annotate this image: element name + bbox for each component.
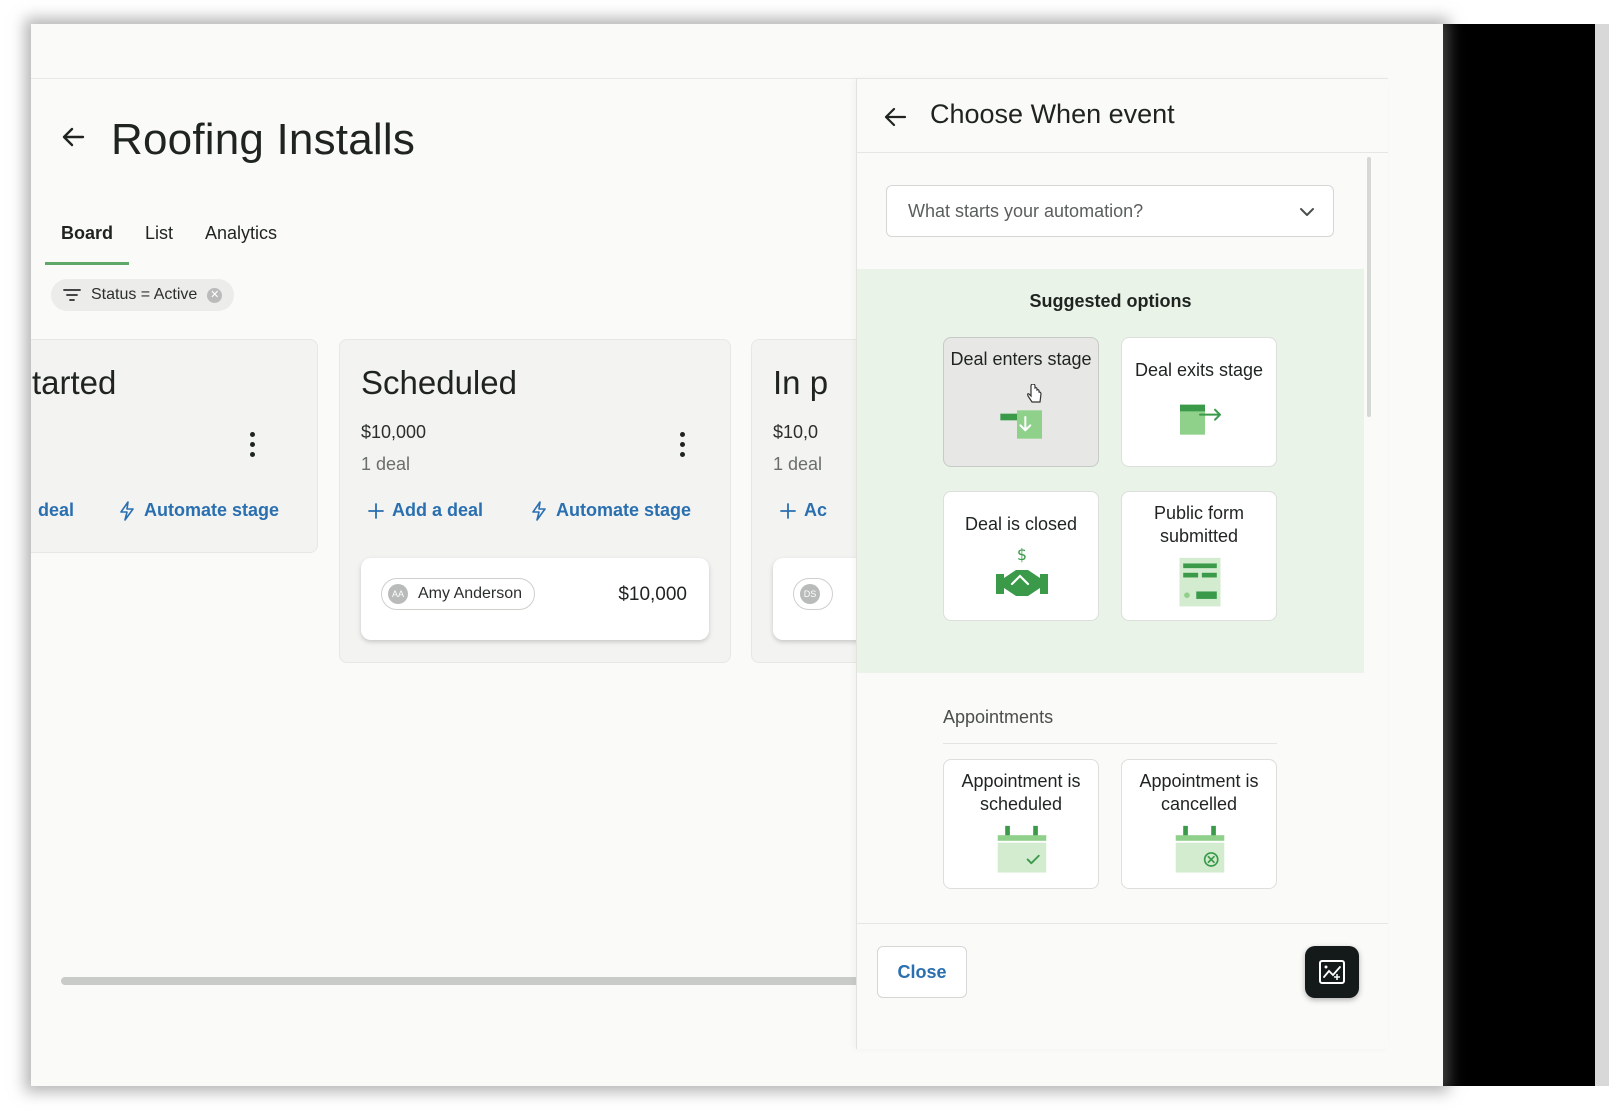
calendar-cancel-icon	[1175, 825, 1225, 873]
plus-icon	[780, 502, 796, 519]
option-deal-exits-stage[interactable]: Deal exits stage	[1121, 337, 1277, 467]
app-window: Roofing Installs Board List Analytics St…	[31, 24, 1443, 1086]
filter-label: Status = Active	[91, 286, 198, 303]
tab-analytics[interactable]: Analytics	[189, 215, 293, 265]
add-deal-label: deal	[38, 500, 75, 520]
suggested-options-title: Suggested options	[1029, 291, 1192, 311]
stage-menu-button[interactable]	[240, 428, 264, 460]
divider	[943, 743, 1277, 744]
deal-owner-chip[interactable]: DS	[793, 578, 833, 610]
stage-title: Scheduled	[361, 364, 517, 401]
lightning-icon	[532, 500, 546, 521]
deal-card[interactable]: AA Amy Anderson $10,000	[361, 558, 709, 640]
panel-footer: Close	[857, 923, 1388, 1049]
event-select-placeholder: What starts your automation?	[908, 201, 1144, 221]
add-deal-label: Ac	[804, 500, 828, 520]
stage-title: tarted	[32, 364, 117, 401]
plus-icon	[368, 502, 384, 519]
frame-edge	[1595, 24, 1609, 1086]
avatar: DS	[800, 584, 820, 604]
deal-owner-chip[interactable]: AA Amy Anderson	[381, 578, 536, 610]
back-arrow-icon[interactable]	[59, 123, 87, 151]
panel-scrollbar[interactable]	[1367, 157, 1371, 417]
option-deal-enters-stage[interactable]: Deal enters stage	[943, 337, 1099, 467]
deal-enters-stage-icon	[1000, 410, 1042, 439]
add-deal-button[interactable]: deal	[38, 500, 74, 521]
automate-stage-button[interactable]: Automate stage	[530, 500, 691, 521]
stage-column-not-started: tarted deal Automate stage	[31, 339, 318, 553]
calendar-check-icon	[997, 825, 1047, 873]
event-select[interactable]: What starts your automation?	[886, 185, 1334, 237]
option-label: Deal exits stage	[1134, 360, 1264, 380]
back-arrow-icon[interactable]	[881, 103, 909, 131]
filter-icon	[63, 289, 81, 301]
tab-board[interactable]: Board	[45, 215, 130, 265]
option-deal-is-closed[interactable]: Deal is closed $	[943, 491, 1099, 621]
chart-board-icon	[1319, 960, 1345, 984]
deal-owner-name: Amy Anderson	[418, 585, 523, 602]
choose-when-event-panel: Choose When event What starts your autom…	[856, 79, 1388, 1049]
option-public-form-submitted[interactable]: Public form submitted	[1121, 491, 1277, 621]
handshake-dollar-icon: $	[996, 545, 1048, 596]
option-appointment-cancelled[interactable]: Appointment is cancelled	[1121, 759, 1277, 889]
clear-filter-icon[interactable]: ✕	[207, 287, 223, 303]
avatar: AA	[388, 584, 408, 604]
automate-stage-button[interactable]: Automate stage	[118, 500, 279, 521]
deal-exits-stage-icon	[1180, 404, 1221, 435]
option-label: Deal is closed	[964, 514, 1078, 534]
stage-amount: $10,0	[773, 422, 819, 442]
add-deal-button[interactable]: Ac	[780, 500, 827, 521]
appointments-section-title: Appointments	[943, 707, 1054, 727]
stage-title: In p	[773, 364, 829, 401]
panel-title: Choose When event	[930, 99, 1175, 129]
stage-amount: $10,000	[361, 422, 427, 442]
automate-stage-label: Automate stage	[144, 500, 280, 520]
app-content: Roofing Installs Board List Analytics St…	[31, 78, 1388, 1049]
close-button[interactable]: Close	[877, 946, 967, 998]
stage-column-scheduled: Scheduled $10,000 1 deal Add a deal Auto…	[339, 339, 731, 663]
lightning-icon	[120, 500, 134, 521]
stage-deal-count: 1 deal	[773, 454, 823, 474]
chevron-down-icon	[1300, 208, 1314, 216]
add-deal-label: Add a deal	[392, 500, 484, 520]
board-horizontal-scrollbar[interactable]	[61, 977, 861, 985]
option-label: Appointment is scheduled	[961, 771, 1081, 814]
svg-text:$: $	[1017, 545, 1027, 564]
cursor-hand-icon	[1027, 384, 1042, 403]
panel-header: Choose When event	[857, 79, 1388, 153]
suggested-options-section: Suggested options Deal enters stage Deal…	[857, 269, 1364, 673]
page-title: Roofing Installs	[111, 115, 416, 164]
option-appointment-scheduled[interactable]: Appointment is scheduled	[943, 759, 1099, 889]
automate-stage-label: Automate stage	[556, 500, 692, 520]
feedback-button[interactable]	[1305, 946, 1359, 998]
stage-deal-count: 1 deal	[361, 454, 411, 474]
add-deal-button[interactable]: Add a deal	[368, 500, 483, 521]
tab-list[interactable]: List	[129, 215, 189, 265]
deal-value: $10,000	[618, 584, 687, 605]
status-filter-chip[interactable]: Status = Active ✕	[51, 279, 235, 311]
black-strip	[1443, 24, 1595, 1086]
stage-menu-button[interactable]	[670, 428, 694, 460]
screenshot-frame: Roofing Installs Board List Analytics St…	[0, 0, 1624, 1110]
option-label: Deal enters stage	[950, 349, 1092, 369]
form-icon	[1179, 557, 1221, 607]
option-label: Appointment is cancelled	[1139, 771, 1259, 814]
view-tabs: Board List Analytics	[45, 215, 293, 265]
option-label: Public form submitted	[1153, 503, 1245, 546]
